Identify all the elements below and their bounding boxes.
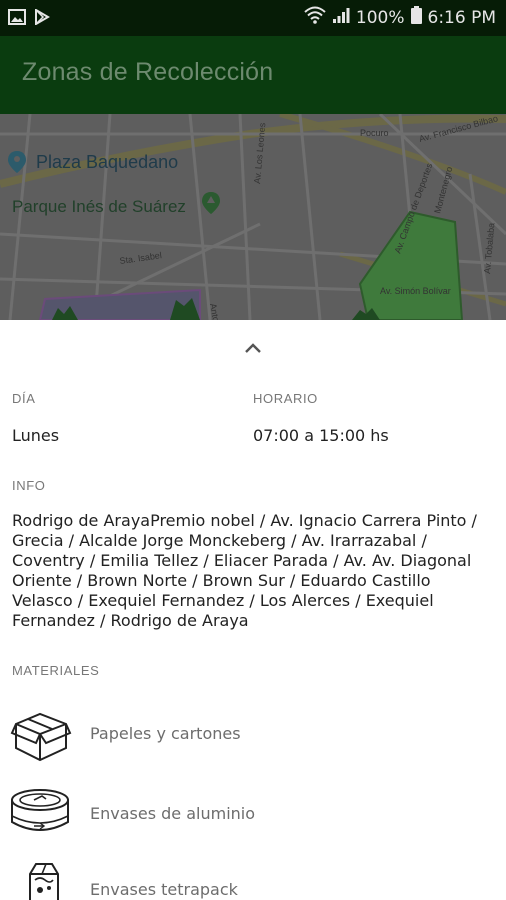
box-icon	[10, 706, 72, 766]
status-right: 100% 6:16 PM	[304, 6, 496, 29]
material-item: Envases tetrapack	[0, 862, 506, 900]
poi-parque-ines[interactable]: Parque Inés de Suárez	[12, 192, 220, 217]
status-left	[8, 8, 50, 29]
battery-percent: 100%	[355, 7, 405, 28]
map-streets: Av. Los Leones Pocuro Av. Francisco Bilb…	[0, 114, 506, 320]
wifi-icon	[304, 6, 326, 29]
material-item: Papeles y cartones	[0, 706, 506, 776]
material-label: Envases de aluminio	[90, 804, 256, 823]
battery-icon	[410, 6, 422, 29]
poi-plaza-baquedano[interactable]: Plaza Baquedano	[8, 151, 178, 173]
signal-icon	[332, 6, 350, 29]
materials-label: MATERIALES	[12, 663, 100, 678]
milk-carton-icon	[22, 862, 62, 900]
clock: 6:16 PM	[427, 7, 497, 28]
image-icon	[8, 9, 26, 29]
svg-text:Av. Simón Bolívar: Av. Simón Bolívar	[380, 286, 451, 296]
map-view[interactable]: Av. Los Leones Pocuro Av. Francisco Bilb…	[0, 114, 506, 320]
material-label: Papeles y cartones	[90, 724, 241, 743]
info-label: INFO	[12, 478, 46, 493]
can-icon	[10, 786, 72, 842]
schedule-label: HORARIO	[253, 391, 318, 406]
day-label: DÍA	[12, 391, 36, 406]
svg-text:Pocuro: Pocuro	[360, 128, 389, 138]
chevron-up-icon[interactable]	[243, 340, 263, 359]
schedule-value: 07:00 a 15:00 hs	[253, 426, 389, 445]
day-value: Lunes	[12, 426, 60, 445]
app-bar: Zonas de Recolección	[0, 36, 506, 114]
status-bar: 100% 6:16 PM	[0, 0, 506, 36]
info-text: Rodrigo de ArayaPremio nobel / Av. Ignac…	[12, 511, 477, 630]
play-store-icon	[34, 8, 50, 29]
zone-details-sheet: DÍA HORARIO Lunes 07:00 a 15:00 hs INFO …	[0, 320, 506, 900]
material-label: Envases tetrapack	[90, 880, 238, 899]
material-item: Envases de aluminio	[0, 786, 506, 856]
page-title: Zonas de Recolección	[22, 58, 274, 86]
